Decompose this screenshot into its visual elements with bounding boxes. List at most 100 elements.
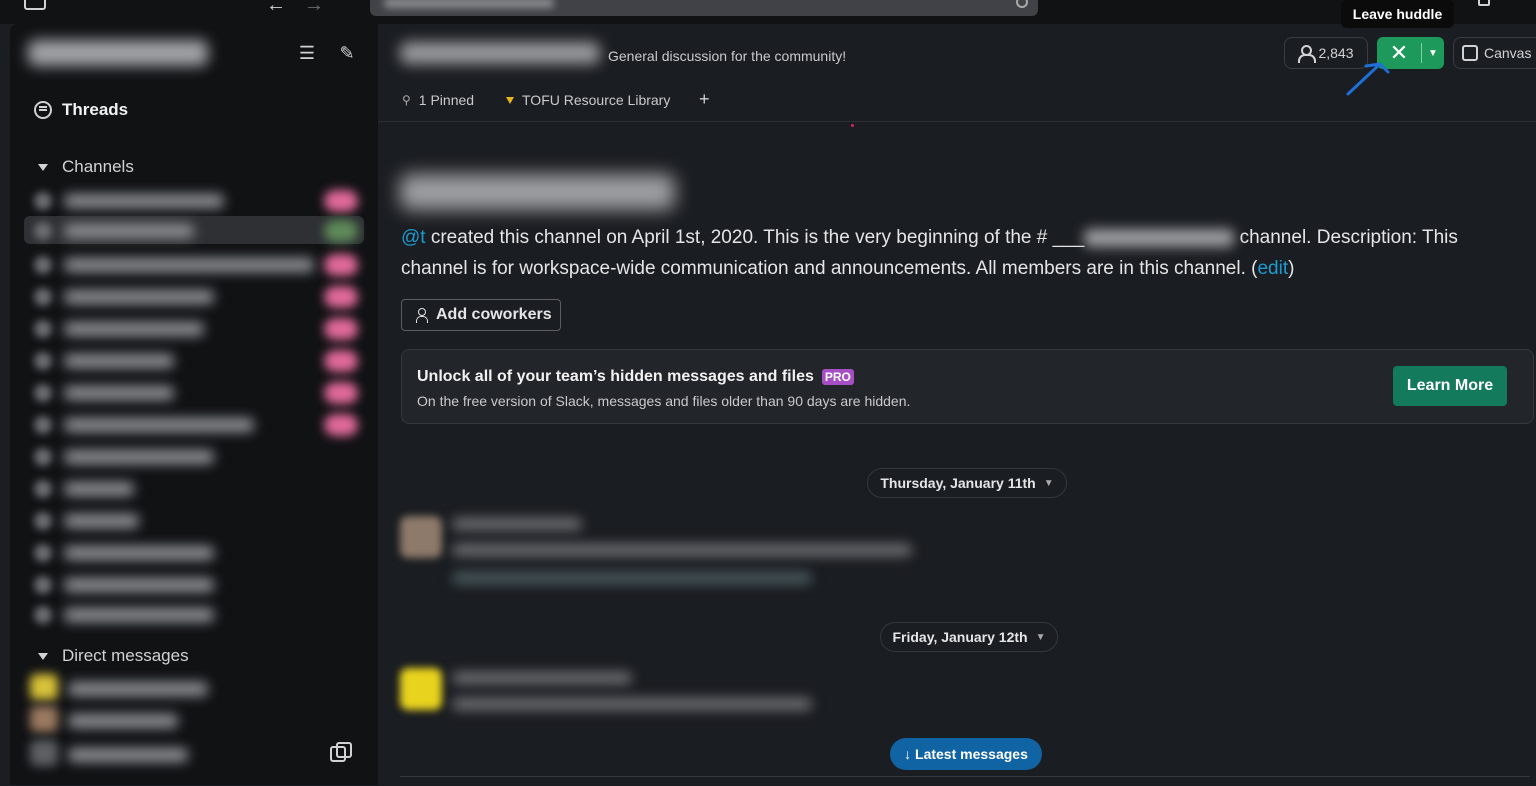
forward-arrow-icon[interactable]: → — [304, 0, 324, 17]
add-person-icon — [416, 308, 428, 323]
channel-view: General discussion for the community! 2,… — [378, 0, 1536, 785]
hash-icon — [34, 288, 52, 306]
channel-name-redacted — [64, 482, 134, 496]
channel-item[interactable] — [24, 600, 364, 628]
unread-badge — [324, 318, 358, 340]
unread-badge — [324, 414, 358, 436]
hash-icon — [34, 256, 52, 274]
filter-icon[interactable]: ☰ — [296, 42, 318, 64]
sidebar-toggle-icon[interactable] — [24, 0, 46, 10]
add-coworkers-label: Add coworkers — [436, 306, 552, 323]
add-coworkers-button[interactable]: Add coworkers — [401, 299, 561, 331]
new-window-icon[interactable] — [330, 742, 352, 762]
canvas-button[interactable]: Canvas — [1453, 37, 1536, 69]
add-tab-button[interactable]: + — [699, 89, 710, 110]
unread-badge — [324, 350, 358, 372]
channel-item[interactable] — [24, 538, 364, 566]
window-restore-icon[interactable] — [1478, 0, 1490, 6]
dm-name-redacted — [68, 714, 178, 728]
channel-tabs: ⚲ 1 Pinned TOFU Resource Library + — [378, 84, 1536, 122]
date-label: Friday, January 12th — [892, 629, 1028, 645]
caret-down-icon — [38, 652, 48, 660]
intro-text-before: created this channel on April 1st, 2020.… — [425, 227, 1085, 248]
chevron-down-icon: ▼ — [1043, 477, 1054, 489]
date-divider-button[interactable]: Thursday, January 11th ▼ — [867, 468, 1067, 498]
search-bar[interactable] — [370, 0, 1038, 16]
channel-name-redacted — [64, 258, 314, 272]
channel-item[interactable] — [24, 570, 364, 598]
channel-name-redacted — [64, 514, 139, 528]
latest-messages-button[interactable]: ↓ Latest messages — [890, 738, 1042, 770]
channel-item[interactable] — [24, 346, 364, 374]
channel-item[interactable] — [24, 314, 364, 342]
canvas-icon — [1462, 45, 1478, 61]
channel-name-redacted — [64, 546, 214, 560]
chevron-down-icon[interactable]: ▼ — [1422, 48, 1444, 59]
date-divider-button[interactable]: Friday, January 12th ▼ — [880, 622, 1058, 652]
hash-icon — [34, 480, 52, 498]
sidebar-item-threads[interactable]: Threads — [34, 100, 128, 120]
upgrade-banner: Unlock all of your team’s hidden message… — [401, 349, 1534, 424]
unread-badge — [324, 190, 358, 212]
channel-item[interactable] — [24, 186, 364, 214]
avatar — [30, 706, 58, 732]
creator-mention[interactable]: @t — [401, 227, 426, 248]
dm-section-label: Direct messages — [62, 646, 189, 665]
channel-item[interactable] — [24, 250, 364, 278]
back-arrow-icon[interactable]: ← — [266, 0, 286, 17]
channels-section-label: Channels — [62, 157, 134, 176]
banner-subtitle: On the free version of Slack, messages a… — [417, 393, 911, 409]
red-dot — [851, 124, 854, 127]
dm-item[interactable] — [28, 738, 368, 768]
compose-icon[interactable]: ✎ — [336, 42, 358, 64]
avatar — [30, 740, 58, 766]
search-icon — [1016, 0, 1028, 8]
learn-more-button[interactable]: Learn More — [1393, 366, 1507, 406]
hash-icon — [34, 222, 52, 240]
channel-item[interactable] — [24, 506, 364, 534]
channel-name-redacted[interactable] — [400, 42, 600, 64]
hash-icon — [34, 606, 52, 624]
message-reactions-redacted — [452, 572, 812, 584]
tab-pinned[interactable]: ⚲ 1 Pinned — [402, 92, 474, 108]
dm-name-redacted — [68, 682, 208, 696]
hash-icon — [34, 320, 52, 338]
edit-link[interactable]: edit — [1257, 258, 1288, 279]
channel-item[interactable] — [24, 474, 364, 502]
channels-section-header[interactable]: Channels — [38, 157, 134, 177]
channel-name-redacted — [64, 354, 174, 368]
channel-name-redacted — [64, 290, 214, 304]
hash-icon — [34, 448, 52, 466]
channel-item-active[interactable] — [24, 216, 364, 244]
threads-label: Threads — [62, 100, 129, 119]
hash-icon — [34, 576, 52, 594]
channel-name-redacted — [64, 608, 214, 622]
pro-badge: PRO — [821, 369, 854, 385]
tab-pinned-label: 1 Pinned — [418, 92, 475, 108]
channel-intro-title-redacted — [400, 174, 675, 210]
banner-title-text: Unlock all of your team’s hidden message… — [417, 368, 814, 385]
hash-icon — [34, 416, 52, 434]
channel-item[interactable] — [24, 378, 364, 406]
workspace-name-redacted[interactable] — [28, 40, 208, 66]
person-icon — [1298, 45, 1317, 63]
hash-icon — [34, 544, 52, 562]
tab-resource-library[interactable]: TOFU Resource Library — [506, 92, 670, 108]
banner-title: Unlock all of your team’s hidden message… — [417, 368, 854, 386]
channel-item[interactable] — [24, 282, 364, 310]
channel-item[interactable] — [24, 410, 364, 438]
dm-item[interactable] — [28, 704, 368, 734]
unread-badge — [324, 254, 358, 276]
sidebar: ☰ ✎ Threads Channels Direct messages — [10, 24, 378, 785]
dm-name-redacted — [68, 748, 188, 762]
search-text-redacted — [384, 0, 554, 8]
channel-item[interactable] — [24, 442, 364, 470]
channel-intro-text: @t created this channel on April 1st, 20… — [401, 222, 1491, 284]
hash-icon — [34, 512, 52, 530]
title-bar: ← → — [0, 0, 1536, 24]
tab-library-label: TOFU Resource Library — [522, 92, 671, 108]
dm-item[interactable] — [28, 672, 368, 702]
message-text-redacted — [452, 698, 812, 710]
channel-header: General discussion for the community! 2,… — [378, 0, 1536, 96]
direct-messages-section-header[interactable]: Direct messages — [38, 646, 189, 666]
